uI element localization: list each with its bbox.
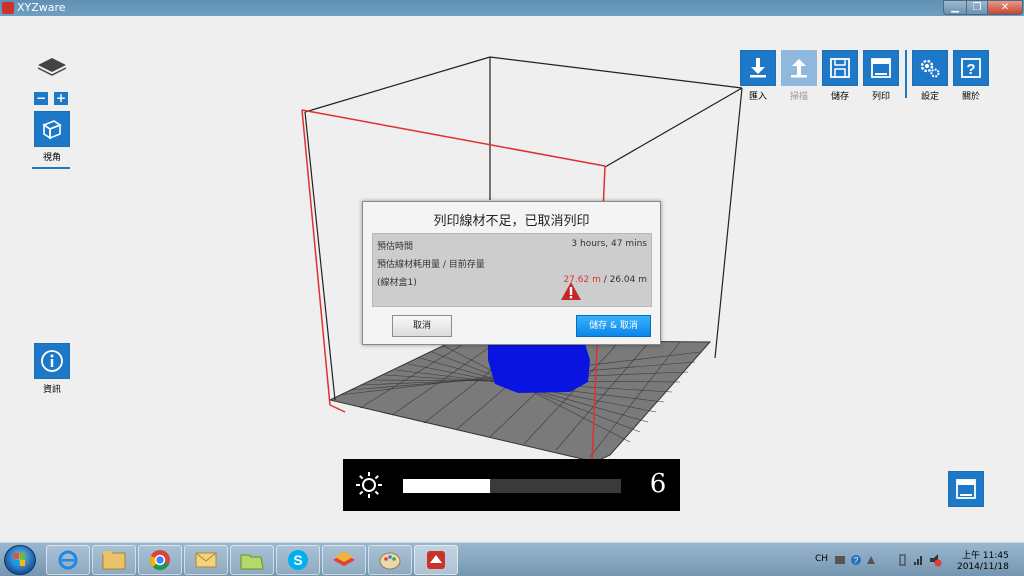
about-button[interactable]: ?	[953, 50, 989, 86]
layers-icon[interactable]	[36, 56, 68, 76]
info-label: 資訊	[42, 385, 61, 395]
taskbar-file-explorer[interactable]	[92, 545, 136, 575]
upload-icon	[791, 59, 807, 78]
settings-label: 設定	[920, 92, 939, 102]
info-icon	[41, 350, 63, 372]
start-button[interactable]	[4, 545, 36, 575]
scan-label: 掃描	[789, 92, 808, 102]
info-button[interactable]	[34, 343, 70, 379]
mail-icon	[195, 552, 217, 568]
cancel-button[interactable]: 取消	[392, 315, 452, 337]
svg-text:S: S	[293, 552, 302, 568]
est-time-value: 3 hours, 47 mins	[571, 239, 647, 249]
filament-remaining: / 26.04 m	[600, 275, 647, 285]
folder-icon	[102, 551, 126, 570]
window-title: XYZware	[17, 1, 66, 14]
taskbar-chrome[interactable]	[138, 545, 182, 575]
clock-time[interactable]: 上午 11:45	[962, 548, 1009, 561]
taskbar-xyz-layers[interactable]	[322, 545, 366, 575]
zoom-in-button[interactable]: +	[54, 92, 68, 105]
sun-icon	[356, 472, 382, 498]
filament-needed: 27.62 m	[563, 275, 601, 285]
xyzware-logo-icon	[2, 2, 14, 14]
download-icon	[750, 58, 766, 78]
dialog-info-panel: 預估時間 3 hours, 47 mins 預估線材耗用量 / 目前存量 (線材…	[372, 233, 652, 307]
print-button[interactable]	[863, 50, 899, 86]
clock-date[interactable]: 2014/11/18	[957, 562, 1009, 572]
taskbar-skype[interactable]: S	[276, 545, 320, 575]
printer-icon	[956, 479, 976, 499]
taskbar-xyzware[interactable]	[414, 545, 458, 575]
save-button[interactable]	[822, 50, 858, 86]
floppy-disk-icon	[830, 58, 850, 78]
import-label: 匯入	[748, 92, 767, 102]
brightness-osd: 6	[343, 459, 680, 511]
zoom-out-button[interactable]: −	[34, 92, 48, 105]
view-button[interactable]	[34, 111, 70, 147]
taskbar-paint[interactable]	[368, 545, 412, 575]
svg-text:?: ?	[854, 556, 859, 565]
scan-button[interactable]	[781, 50, 817, 86]
maximize-button[interactable]: ❐	[966, 0, 988, 15]
windows-logo-icon	[14, 553, 25, 566]
palette-icon	[379, 552, 401, 570]
cube-icon	[42, 120, 62, 140]
about-label: 關於	[961, 92, 980, 102]
filament-amounts: 27.62 m / 26.04 m	[563, 275, 647, 285]
internet-explorer-icon	[58, 550, 78, 570]
input-language[interactable]: CH	[815, 554, 828, 564]
import-button[interactable]	[740, 50, 776, 86]
help-icon: ?	[961, 58, 981, 78]
brightness-level-bar	[403, 479, 621, 493]
taskbar-internet-explorer[interactable]	[46, 545, 90, 575]
title-bar: XYZware ▁ ❐ ✕	[0, 0, 1024, 16]
minimize-button[interactable]: ▁	[943, 0, 967, 15]
insufficient-filament-dialog: 列印線材不足，已取消列印 預估時間 3 hours, 47 mins 預估線材耗…	[362, 201, 661, 345]
gears-icon	[920, 59, 940, 78]
est-time-label: 預估時間	[377, 242, 414, 252]
taskbar-mail[interactable]	[184, 545, 228, 575]
xyzware-icon	[427, 551, 445, 569]
skype-icon: S	[288, 550, 308, 570]
brightness-value: 6	[649, 469, 667, 499]
workspace: − + 視角 資訊 匯入 掃描 儲存 列印 設定 ? 關於 列印線材不足，已取消…	[0, 16, 1024, 542]
taskbar: S CH ? 上午 11:45 2014/11/18	[0, 542, 1024, 576]
save-and-cancel-button[interactable]: 儲存 & 取消	[576, 315, 651, 337]
close-button[interactable]: ✕	[987, 0, 1023, 15]
settings-button[interactable]	[912, 50, 948, 86]
taskbar-folder-app[interactable]	[230, 545, 274, 575]
print-label: 列印	[871, 92, 890, 102]
save-label: 儲存	[830, 92, 849, 102]
system-tray-icons[interactable]: ?	[834, 553, 944, 567]
print-preview-button[interactable]	[948, 471, 984, 507]
model-object	[488, 344, 590, 393]
folder-open-icon	[240, 554, 264, 570]
top-toolbar-divider	[905, 50, 907, 98]
view-label: 視角	[42, 153, 61, 163]
filament-usage-label: 預估線材耗用量 / 目前存量	[377, 260, 485, 270]
brightness-level-fill	[403, 479, 491, 493]
chrome-icon	[150, 550, 170, 570]
cartridge-label: (線材盒1)	[377, 278, 417, 288]
svg-text:?: ?	[966, 61, 975, 78]
left-toolbar-divider	[32, 167, 70, 169]
layers-icon	[333, 551, 355, 566]
printer-icon	[871, 58, 891, 78]
dialog-title: 列印線材不足，已取消列印	[433, 214, 590, 229]
